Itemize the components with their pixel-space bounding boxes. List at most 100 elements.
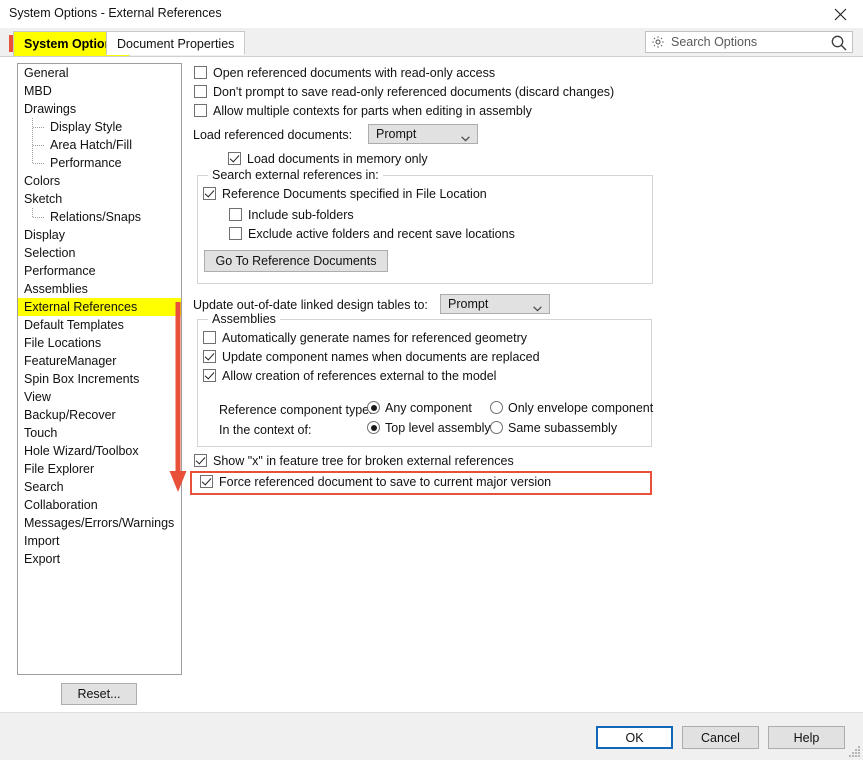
checkbox-reference-documents-specified[interactable] [203,187,216,200]
checkbox-include-subfolders[interactable] [229,208,242,221]
close-icon [834,8,847,21]
checkbox-allow-multiple-contexts[interactable] [194,104,207,117]
sidebar-item-label: Colors [24,174,61,188]
sidebar-item-featuremanager[interactable]: FeatureManager [18,352,181,370]
sidebar-item-performance[interactable]: Performance [18,262,181,280]
option-dont-prompt-save[interactable]: Don't prompt to save read-only reference… [194,85,614,99]
sidebar-item-label: File Explorer [24,462,95,476]
sidebar-item-sketch[interactable]: Sketch [18,190,181,208]
search-icon[interactable] [830,34,848,52]
checkbox-allow-creation-external[interactable] [203,369,216,382]
sidebar-item-label: Relations/Snaps [50,210,142,224]
checkbox-update-component-names[interactable] [203,350,216,363]
sidebar-item-label: Search [24,480,64,494]
label-auto-generate-names: Automatically generate names for referen… [222,331,528,345]
sidebar-item-messages-errors-warnings[interactable]: Messages/Errors/Warnings [18,514,181,532]
search-placeholder-text: Search Options [671,35,758,49]
sidebar-item-area-hatch-fill[interactable]: Area Hatch/Fill [18,136,181,154]
label-load-referenced-documents: Load referenced documents: [193,128,353,142]
sidebar-item-file-explorer[interactable]: File Explorer [18,460,181,478]
label-include-subfolders: Include sub-folders [248,208,354,222]
go-to-reference-documents-button[interactable]: Go To Reference Documents [204,250,388,272]
close-button[interactable] [818,0,863,28]
cancel-button-label: Cancel [701,730,740,745]
sidebar-item-label: Sketch [24,192,63,206]
combo-update-linked-design-tables[interactable]: Prompt [440,294,550,314]
sidebar-item-hole-wizard-toolbox[interactable]: Hole Wizard/Toolbox [18,442,181,460]
sidebar-item-label: Hole Wizard/Toolbox [24,444,139,458]
cancel-button[interactable]: Cancel [682,726,759,749]
sidebar-item-label: Default Templates [24,318,124,332]
option-force-referenced-save[interactable]: Force referenced document to save to cur… [200,475,551,489]
radio-option-same-subassembly[interactable]: Same subassembly [490,421,617,435]
sidebar-item-label: Performance [24,264,96,278]
sidebar-item-drawings[interactable]: Drawings [18,100,181,118]
combo-load-referenced-documents[interactable]: Prompt [368,124,478,144]
radio-any-component[interactable] [367,401,380,414]
checkbox-open-readonly[interactable] [194,66,207,79]
checkbox-force-referenced-save[interactable] [200,475,213,488]
resize-grip[interactable] [847,744,861,758]
radio-only-envelope-component[interactable] [490,401,503,414]
options-category-tree[interactable]: General MBD Drawings Display Style Area Hatc… [17,63,182,675]
option-include-subfolders[interactable]: Include sub-folders [229,208,354,222]
radio-same-subassembly[interactable] [490,421,503,434]
radio-option-any-component[interactable]: Any component [367,401,472,415]
option-allow-creation-external[interactable]: Allow creation of references external to… [203,369,496,383]
label-only-envelope-component: Only envelope component [508,401,654,415]
option-show-x-broken-refs[interactable]: Show "x" in feature tree for broken exte… [194,454,514,468]
label-update-linked-design-tables: Update out-of-date linked design tables … [193,298,428,312]
label-top-level-assembly: Top level assembly [385,421,491,435]
sidebar-item-spin-box-increments[interactable]: Spin Box Increments [18,370,181,388]
search-input[interactable]: Search Options [645,31,853,53]
sidebar-item-display-style[interactable]: Display Style [18,118,181,136]
sidebar-item-label: General [24,66,69,80]
sidebar-item-file-locations[interactable]: File Locations [18,334,181,352]
sidebar-item-backup-recover[interactable]: Backup/Recover [18,406,181,424]
sidebar-item-collaboration[interactable]: Collaboration [18,496,181,514]
checkbox-dont-prompt-save[interactable] [194,85,207,98]
sidebar-item-search[interactable]: Search [18,478,181,496]
label-load-in-memory: Load documents in memory only [247,152,428,166]
label-reference-component-type: Reference component type: [219,403,373,417]
checkbox-show-x-broken-refs[interactable] [194,454,207,467]
sidebar-item-label: Messages/Errors/Warnings [24,516,175,530]
sidebar-item-general[interactable]: General [18,64,181,82]
label-any-component: Any component [385,401,472,415]
sidebar-item-assemblies[interactable]: Assemblies [18,280,181,298]
tree-guide-horizontal [33,217,44,218]
help-button[interactable]: Help [768,726,845,749]
option-reference-documents-specified[interactable]: Reference Documents specified in File Lo… [203,187,487,201]
reset-button[interactable]: Reset... [61,683,137,705]
option-auto-generate-names[interactable]: Automatically generate names for referen… [203,331,527,345]
option-load-in-memory[interactable]: Load documents in memory only [228,152,428,166]
option-allow-multiple-contexts[interactable]: Allow multiple contexts for parts when e… [194,104,532,118]
radio-option-only-envelope-component[interactable]: Only envelope component [490,401,653,415]
sidebar-item-colors[interactable]: Colors [18,172,181,190]
sidebar-item-display[interactable]: Display [18,226,181,244]
sidebar-item-export[interactable]: Export [18,550,181,568]
checkbox-auto-generate-names[interactable] [203,331,216,344]
sidebar-item-default-templates[interactable]: Default Templates [18,316,181,334]
sidebar-item-relations-snaps[interactable]: Relations/Snaps [18,208,181,226]
sidebar-item-view[interactable]: View [18,388,181,406]
sidebar-item-import[interactable]: Import [18,532,181,550]
sidebar-item-label: Backup/Recover [24,408,116,422]
sidebar-item-label: View [24,390,51,404]
sidebar-item-mbd[interactable]: MBD [18,82,181,100]
sidebar-item-external-references[interactable]: External References [18,298,181,316]
radio-top-level-assembly[interactable] [367,421,380,434]
ok-button[interactable]: OK [596,726,673,749]
option-open-readonly[interactable]: Open referenced documents with read-only… [194,66,495,80]
checkbox-load-in-memory[interactable] [228,152,241,165]
tab-document-properties[interactable]: Document Properties [106,31,246,55]
sidebar-item-touch[interactable]: Touch [18,424,181,442]
sidebar-item-selection[interactable]: Selection [18,244,181,262]
radio-option-top-level-assembly[interactable]: Top level assembly [367,421,491,435]
sidebar-item-label: File Locations [24,336,102,350]
sidebar-item-label: MBD [24,84,52,98]
option-exclude-active-folders[interactable]: Exclude active folders and recent save l… [229,227,515,241]
option-update-component-names[interactable]: Update component names when documents ar… [203,350,540,364]
checkbox-exclude-active-folders[interactable] [229,227,242,240]
sidebar-item-performance[interactable]: Performance [18,154,181,172]
